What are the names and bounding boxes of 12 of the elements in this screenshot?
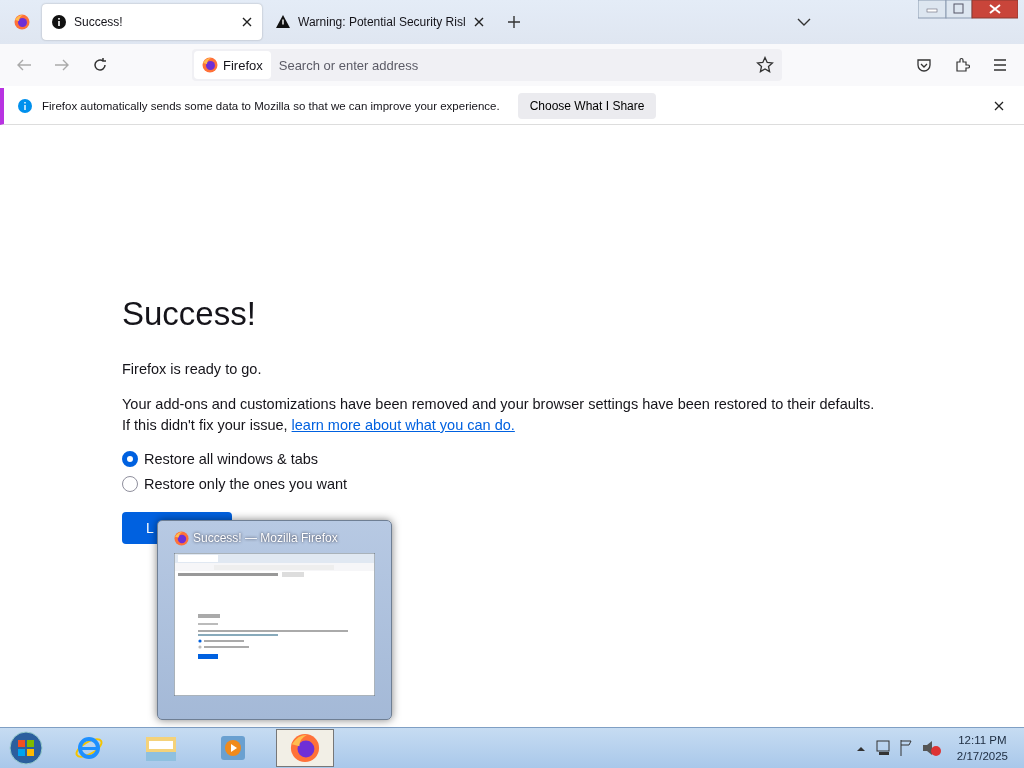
option-label: Restore only the ones you want [144, 475, 348, 492]
tab-title: Success! [74, 15, 124, 29]
page-heading: Success! [122, 295, 257, 333]
preview-title: Success! — Mozilla Firefox [193, 531, 338, 545]
notification-message: Firefox automatically sends some data to Mozilla so that we can improve your experience. [42, 100, 500, 112]
intro-text: Firefox is ready to go. [122, 360, 263, 379]
clock-time: 12:11 PM [958, 733, 1007, 748]
tab-title: Warning: Potential Security Risl [298, 15, 466, 29]
help-text: If this didn't fix your issue, [122, 416, 288, 435]
option-label: Restore all windows & tabs [144, 450, 319, 467]
body-text: Your add-ons and customizations have been removed and your browser settings have been restored to their defaults. [122, 395, 876, 414]
clock-date: 2/17/2025 [956, 749, 1008, 764]
